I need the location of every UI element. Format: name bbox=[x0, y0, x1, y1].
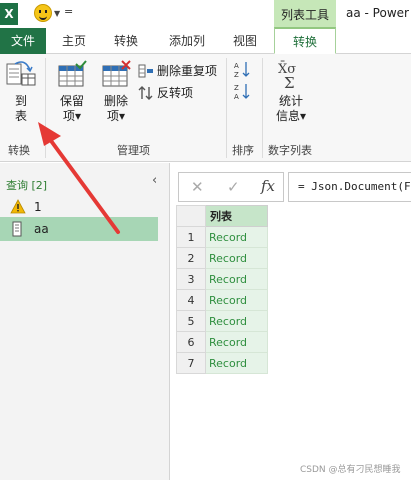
remove-duplicates-label: 删除重复项 bbox=[157, 64, 218, 78]
remove-items-button[interactable]: 删除 项▾ bbox=[96, 60, 136, 124]
formula-controls: ✕ ✓ fx bbox=[178, 172, 284, 202]
chevron-down-icon: ▾ bbox=[118, 109, 126, 123]
group-divider bbox=[226, 58, 227, 158]
grid-corner[interactable] bbox=[176, 205, 206, 227]
svg-text:Z: Z bbox=[234, 71, 239, 78]
keep-items-button[interactable]: 保留 项▾ bbox=[52, 60, 92, 124]
svg-text:Σ: Σ bbox=[284, 74, 295, 90]
sort-descending-button[interactable]: Z A bbox=[234, 82, 250, 100]
column-header[interactable]: 列表 bbox=[205, 205, 268, 227]
keep-rows-icon bbox=[58, 60, 87, 87]
row-number[interactable]: 6 bbox=[176, 331, 206, 353]
row-number[interactable]: 4 bbox=[176, 289, 206, 311]
to-table-button[interactable]: 到 表 bbox=[3, 60, 39, 124]
row-number[interactable]: 1 bbox=[176, 226, 206, 248]
remove-duplicates-icon bbox=[138, 64, 153, 77]
ribbon: 到 表 转换 保留 项▾ 删除 项▾ 删除重复项 反转项 管理项 A Z Z A… bbox=[0, 54, 411, 162]
collapse-pane-icon[interactable]: ‹ bbox=[152, 173, 157, 188]
group-label-convert: 转换 bbox=[8, 144, 30, 157]
group-divider bbox=[262, 58, 263, 158]
tab-file[interactable]: 文件 bbox=[0, 28, 46, 54]
table-row: 1 Record bbox=[176, 226, 268, 248]
table-row: 3 Record bbox=[176, 268, 268, 290]
record-link[interactable]: Record bbox=[205, 310, 268, 332]
chevron-down-icon[interactable]: ▼ bbox=[54, 9, 60, 18]
sort-ascending-button[interactable]: A Z bbox=[234, 60, 250, 78]
table-row: 6 Record bbox=[176, 331, 268, 353]
record-link[interactable]: Record bbox=[205, 352, 268, 374]
reverse-items-button[interactable]: 反转项 bbox=[138, 84, 193, 101]
remove-duplicates-button[interactable]: 删除重复项 bbox=[138, 62, 217, 79]
tab-view[interactable]: 视图 bbox=[224, 28, 266, 54]
table-row: 2 Record bbox=[176, 247, 268, 269]
record-link[interactable]: Record bbox=[205, 289, 268, 311]
fx-icon[interactable]: fx bbox=[261, 177, 275, 195]
window-title: aa - Power bbox=[346, 6, 409, 20]
query-name: 1 bbox=[34, 200, 42, 214]
tab-add-column[interactable]: 添加列 bbox=[160, 28, 214, 54]
cancel-icon[interactable]: ✕ bbox=[191, 178, 204, 196]
query-item-selected[interactable]: aa bbox=[0, 217, 158, 241]
group-label-numeric-list: 数字列表 bbox=[268, 144, 312, 157]
statistics-icon: X̄σ Σ bbox=[278, 61, 296, 90]
keep-items-label-1: 保留 bbox=[59, 94, 84, 108]
queries-header: 查询 [2] bbox=[6, 179, 48, 192]
warning-icon bbox=[10, 199, 26, 214]
to-table-icon bbox=[6, 61, 36, 86]
statistics-button[interactable]: X̄σ Σ 统计 信息▾ bbox=[268, 60, 314, 124]
group-divider bbox=[45, 58, 46, 158]
excel-logo-icon: X bbox=[0, 3, 18, 25]
row-number[interactable]: 5 bbox=[176, 310, 206, 332]
record-link[interactable]: Record bbox=[205, 268, 268, 290]
tab-transform[interactable]: 转换 bbox=[104, 28, 148, 54]
customize-quick-access-button[interactable]: = bbox=[64, 5, 73, 18]
title-bar: X ▼ = 列表工具 aa - Power bbox=[0, 0, 411, 28]
queries-pane: 查询 [2] ‹ 1 aa bbox=[0, 163, 170, 480]
record-link[interactable]: Record bbox=[205, 331, 268, 353]
row-number[interactable]: 3 bbox=[176, 268, 206, 290]
keep-items-label-2: 项 bbox=[62, 109, 75, 123]
reverse-items-label: 反转项 bbox=[157, 86, 194, 100]
statistics-label-1: 统计 bbox=[278, 94, 303, 108]
tab-list-transform[interactable]: 转换 bbox=[274, 27, 336, 54]
svg-text:Z: Z bbox=[234, 84, 239, 92]
group-label-manage: 管理项 bbox=[117, 144, 150, 157]
ribbon-tabs: 文件 主页 转换 添加列 视图 转换 bbox=[0, 27, 411, 54]
query-item[interactable]: 1 bbox=[0, 195, 158, 219]
table-row: 4 Record bbox=[176, 289, 268, 311]
formula-input[interactable]: = Json.Document(F bbox=[288, 172, 411, 202]
record-link[interactable]: Record bbox=[205, 247, 268, 269]
to-table-label-1: 到 bbox=[14, 94, 27, 108]
formula-text: = Json.Document(F bbox=[298, 180, 411, 193]
remove-rows-icon bbox=[102, 60, 131, 87]
commit-icon[interactable]: ✓ bbox=[227, 178, 240, 196]
row-number[interactable]: 7 bbox=[176, 352, 206, 374]
row-number[interactable]: 2 bbox=[176, 247, 206, 269]
query-name: aa bbox=[34, 222, 49, 236]
sort-ascending-icon: A Z bbox=[234, 62, 250, 78]
formula-bar: ✕ ✓ fx = Json.Document(F bbox=[178, 172, 411, 202]
list-tools-context-label: 列表工具 bbox=[274, 0, 336, 28]
reverse-icon bbox=[138, 85, 153, 100]
record-link[interactable]: Record bbox=[205, 226, 268, 248]
data-grid: 列表 1 Record 2 Record 3 Record 4 Record 5 Reco… bbox=[176, 205, 268, 374]
statistics-label-2: 信息 bbox=[275, 109, 300, 123]
to-table-label-2: 表 bbox=[14, 109, 27, 123]
tab-home[interactable]: 主页 bbox=[54, 28, 94, 54]
remove-items-label-2: 项 bbox=[106, 109, 119, 123]
chevron-down-icon: ▾ bbox=[74, 109, 82, 123]
chevron-down-icon: ▾ bbox=[299, 109, 307, 123]
table-row: 5 Record bbox=[176, 310, 268, 332]
svg-text:A: A bbox=[234, 93, 239, 100]
sort-descending-icon: Z A bbox=[234, 84, 250, 100]
table-row: 7 Record bbox=[176, 352, 268, 374]
watermark: CSDN @总有刁民想睡我 bbox=[300, 465, 401, 475]
list-query-icon bbox=[12, 221, 22, 237]
smiley-feedback-icon[interactable] bbox=[34, 4, 52, 22]
remove-items-label-1: 删除 bbox=[103, 94, 128, 108]
svg-text:A: A bbox=[234, 62, 239, 70]
group-label-sort: 排序 bbox=[232, 144, 254, 157]
